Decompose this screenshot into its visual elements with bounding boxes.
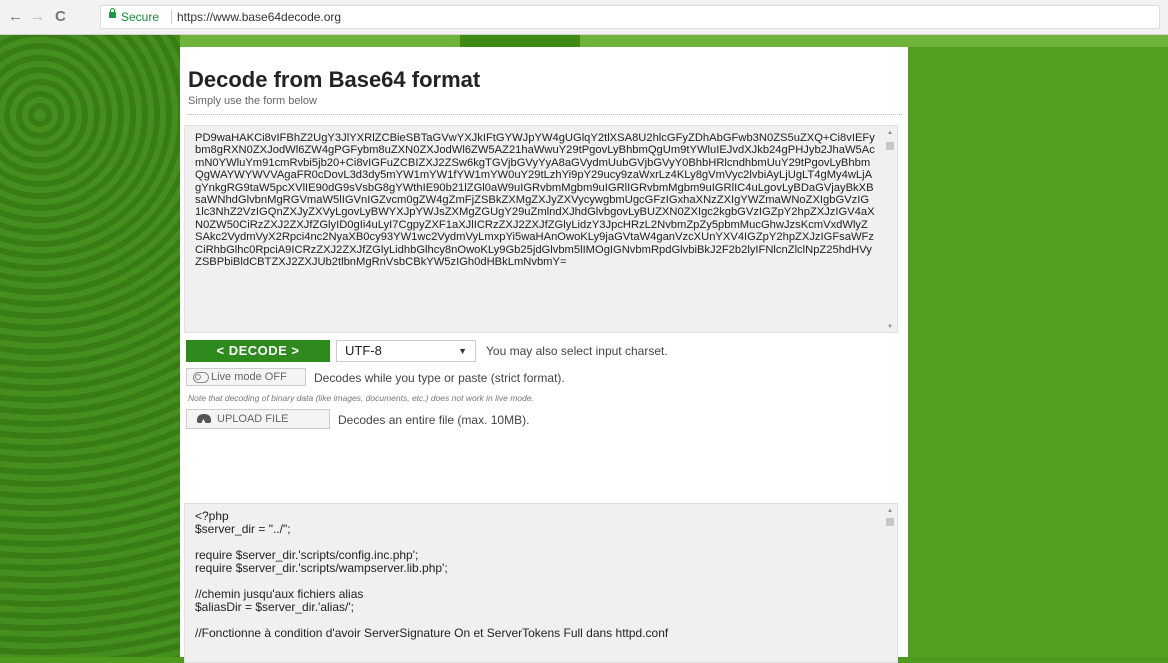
scroll-up-icon[interactable]: ▲: [887, 508, 893, 514]
upload-label: UPLOAD FILE: [217, 413, 289, 425]
decoded-output-textarea[interactable]: <?php $server_dir = "../"; require $serv…: [184, 503, 898, 663]
charset-value: UTF-8: [345, 343, 382, 358]
live-mode-note: Note that decoding of binary data (like …: [188, 393, 534, 403]
scroll-thumb[interactable]: [886, 518, 894, 526]
cloud-upload-icon: [197, 413, 211, 431]
background-right: [908, 35, 1168, 657]
input-scrollbar[interactable]: ▲ ▼: [885, 130, 895, 330]
back-arrow-icon[interactable]: ←: [8, 9, 23, 25]
output-line: //Fonctionne à condition d'avoir ServerS…: [195, 626, 669, 640]
lock-icon: [109, 8, 116, 18]
scroll-down-icon[interactable]: ▼: [887, 324, 893, 330]
output-scrollbar[interactable]: ▲: [885, 508, 895, 528]
upload-hint: Decodes an entire file (max. 10MB).: [338, 413, 530, 427]
live-mode-toggle[interactable]: Live mode OFF: [186, 368, 306, 386]
output-line: require $server_dir.'scripts/wampserver.…: [195, 561, 448, 575]
background-pattern-overlay: [0, 35, 180, 657]
forward-arrow-icon[interactable]: →: [30, 9, 45, 25]
scroll-up-icon[interactable]: ▲: [887, 130, 893, 136]
live-mode-label: Live mode OFF: [211, 371, 287, 383]
top-banner-strip: [180, 35, 1168, 47]
charset-hint: You may also select input charset.: [486, 344, 668, 358]
base64-input-text[interactable]: PD9waHAKCi8vIFBhZ2UgY3JlYXRlZCBieSBTaGVw…: [195, 132, 875, 268]
top-banner-accent: [460, 35, 580, 47]
page-title: Decode from Base64 format: [188, 67, 481, 92]
output-line: $aliasDir = $server_dir.'alias/';: [195, 600, 354, 614]
decode-button[interactable]: < DECODE >: [186, 340, 330, 362]
main-panel: Decode from Base64 format Simply use the…: [180, 47, 908, 663]
output-line: $server_dir = "../";: [195, 522, 291, 536]
charset-select[interactable]: UTF-8 ▼: [336, 340, 476, 362]
scroll-thumb[interactable]: [886, 142, 894, 150]
divider: [171, 10, 172, 24]
secure-label: Secure: [121, 10, 160, 24]
upload-file-button[interactable]: UPLOAD FILE: [186, 409, 330, 431]
dropdown-arrow-icon: ▼: [458, 346, 467, 356]
toggle-icon: [193, 372, 209, 383]
address-bar[interactable]: Secure https://www.base64decode.org: [100, 5, 1160, 29]
base64-input-textarea[interactable]: PD9waHAKCi8vIFBhZ2UgY3JlYXRlZCBieSBTaGVw…: [184, 125, 898, 333]
url-text[interactable]: https://www.base64decode.org: [177, 10, 341, 24]
browser-toolbar: ← → C Secure https://www.base64decode.or…: [0, 0, 1168, 35]
live-mode-hint: Decodes while you type or paste (strict …: [314, 371, 565, 385]
decoded-output-text[interactable]: <?php $server_dir = "../"; require $serv…: [195, 510, 668, 640]
page-subtitle: Simply use the form below: [188, 95, 317, 107]
reload-icon[interactable]: C: [55, 9, 66, 25]
divider: [188, 114, 902, 115]
